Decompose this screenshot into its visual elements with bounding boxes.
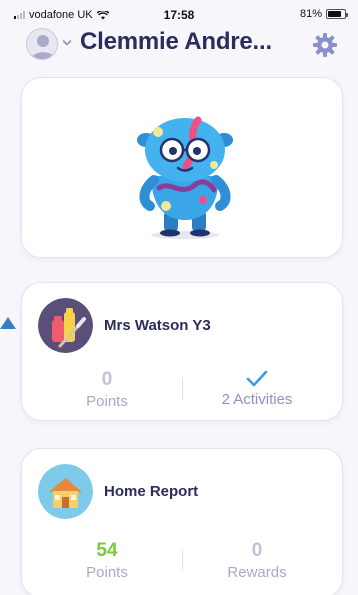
- home-rewards-label: Rewards: [227, 564, 287, 581]
- header: Clemmie Andre...: [0, 24, 358, 64]
- class-name: Mrs Watson Y3: [104, 317, 211, 334]
- home-points-label: Points: [86, 564, 128, 581]
- house-icon: [38, 464, 93, 519]
- chevron-down-icon[interactable]: [62, 38, 72, 48]
- home-rewards-value: 0: [251, 540, 263, 561]
- triangle-up-icon: [0, 317, 16, 329]
- avatar[interactable]: [26, 28, 58, 60]
- class-avatar: [38, 298, 93, 353]
- home-report-card[interactable]: Home Report 54 Points 0 Rewards: [21, 448, 343, 595]
- class-activities-stat[interactable]: 2 Activities: [192, 369, 322, 408]
- status-bar: vodafone UK 17:58 81%: [0, 0, 358, 22]
- class-activities-label: 2 Activities: [221, 391, 293, 408]
- page-title[interactable]: Clemmie Andre...: [80, 28, 272, 56]
- home-rewards-stat[interactable]: 0 Rewards: [192, 540, 322, 581]
- home-avatar: [38, 464, 93, 519]
- status-right: 81%: [299, 8, 348, 20]
- battery-fill: [328, 11, 341, 17]
- class-points-stat[interactable]: 0 Points: [42, 369, 172, 410]
- user-avatar-icon: [31, 35, 55, 59]
- class-card[interactable]: Mrs Watson Y3 0 Points 2 Activities: [21, 282, 343, 421]
- avatar-card[interactable]: [21, 77, 343, 258]
- battery-percent: 81%: [299, 8, 322, 20]
- monster-mascot-icon: [137, 116, 233, 239]
- home-report-name: Home Report: [104, 483, 199, 500]
- stat-divider: [182, 378, 183, 400]
- checkmark-icon: [246, 370, 268, 387]
- class-points-label: Points: [86, 393, 128, 410]
- stat-divider: [182, 549, 183, 571]
- gear-icon[interactable]: [312, 32, 338, 58]
- class-points-value: 0: [101, 369, 113, 390]
- art-supplies-icon: [38, 298, 93, 353]
- battery-icon: [326, 9, 348, 19]
- home-points-value: 54: [96, 540, 118, 561]
- home-points-stat[interactable]: 54 Points: [42, 540, 172, 581]
